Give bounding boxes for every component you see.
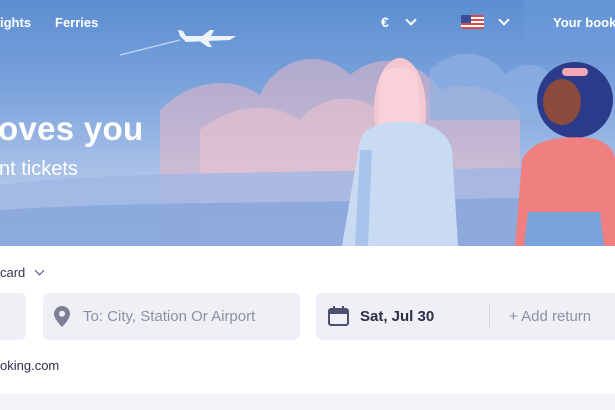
location-pin-icon	[54, 306, 70, 332]
departure-date-value: Sat, Jul 30	[360, 308, 435, 325]
chevron-down-icon[interactable]	[34, 265, 45, 276]
to-placeholder: To: City, Station Or Airport	[83, 308, 256, 325]
calendar-icon	[328, 306, 349, 331]
hero-subtitle: nt tickets	[0, 158, 78, 180]
nav-ferries-link[interactable]: Ferries	[55, 15, 98, 30]
from-input[interactable]: c	[0, 293, 26, 340]
your-bookings-button[interactable]: Your book	[524, 0, 615, 40]
airplane-icon	[178, 30, 236, 47]
currency-selector[interactable]: €	[381, 14, 389, 30]
search-panel: card c To: City, Station Or Airport Sat,…	[0, 246, 615, 394]
hero-banner: ights Ferries € Your book oves you nt ti…	[0, 0, 615, 246]
railcard-selector-label[interactable]: card	[0, 265, 25, 280]
hero-title: oves you	[0, 110, 144, 147]
to-input[interactable]: To: City, Station Or Airport	[43, 293, 300, 340]
add-return-button[interactable]: + Add return	[509, 308, 591, 325]
us-flag-icon[interactable]	[461, 15, 484, 29]
field-divider	[489, 304, 490, 329]
booking-site-note: oking.com	[0, 358, 60, 373]
date-picker[interactable]: Sat, Jul 30 + Add return	[316, 293, 615, 340]
nav-flights-link[interactable]: ights	[0, 15, 31, 30]
